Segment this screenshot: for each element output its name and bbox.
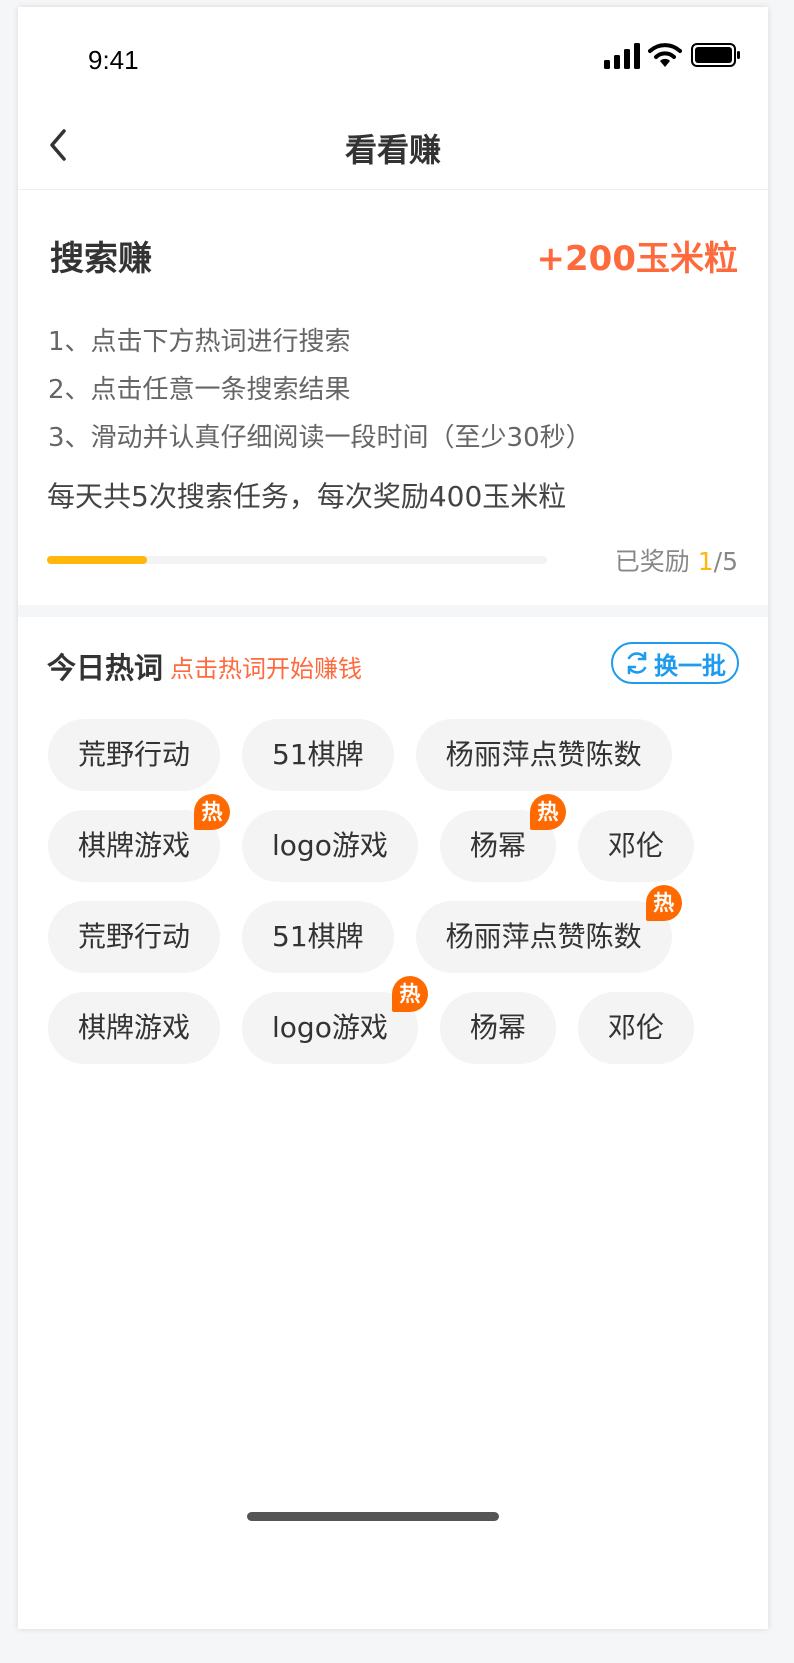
battery-icon (691, 43, 740, 67)
task-card: 搜索赚 +200玉米粒 1、点击下方热词进行搜索 2、点击任意一条搜索结果 3、… (18, 190, 768, 595)
hot-badge: 热 (645, 885, 682, 921)
hot-word-tag[interactable]: logo游戏热 (242, 976, 428, 1064)
refresh-button[interactable]: 换一批 (611, 642, 739, 684)
hot-badge: 热 (194, 794, 231, 830)
hot-word-tag[interactable]: 棋牌游戏热 (48, 794, 231, 882)
hot-words-row: 荒野行动 51棋牌 杨丽萍点赞陈数 (48, 719, 748, 791)
reward-done-count: 1 (697, 547, 714, 576)
hot-word-label: logo游戏 (272, 829, 388, 862)
hot-words-row: 棋牌游戏热 logo游戏 杨幂热邓伦 (48, 794, 748, 882)
daily-info: 每天共5次搜索任务，每次奖励400玉米粒 (47, 480, 567, 513)
refresh-icon (627, 651, 647, 675)
hot-word-label: 荒野行动 (78, 920, 191, 953)
hot-word-label: 51棋牌 (272, 738, 364, 771)
hot-word-tag[interactable]: 荒野行动 (48, 901, 221, 973)
hot-word-label: 荒野行动 (78, 738, 191, 771)
reward-status: 已奖励 1/5 (615, 542, 738, 578)
hot-words-title: 今日热词 (47, 651, 164, 685)
task-step: 1、点击下方热词进行搜索 (48, 327, 351, 357)
refresh-label: 换一批 (654, 651, 726, 680)
hot-word-label: 杨幂 (469, 1011, 526, 1044)
hot-badge: 热 (529, 794, 566, 830)
hot-word-tag[interactable]: 杨丽萍点赞陈数热 (415, 885, 682, 973)
hot-word-tag[interactable]: 荒野行动 (48, 719, 221, 791)
hot-word-tag[interactable]: logo游戏 (242, 810, 418, 882)
home-indicator (247, 1512, 499, 1521)
progress-bar (47, 556, 547, 564)
task-reward: +200玉米粒 (536, 239, 738, 279)
hot-words-row: 荒野行动 51棋牌 杨丽萍点赞陈数热 (48, 885, 748, 973)
hot-word-label: 邓伦 (607, 1011, 664, 1044)
hot-word-tag[interactable]: 杨幂热 (439, 794, 566, 882)
hot-badge: 热 (391, 976, 428, 1012)
hot-words-header: 今日热词 点击热词开始赚钱 换一批 (18, 619, 768, 699)
hot-word-label: logo游戏 (272, 1011, 388, 1044)
hot-word-tag[interactable]: 邓伦 (577, 992, 694, 1064)
hot-words-list: 荒野行动 51棋牌 杨丽萍点赞陈数 棋牌游戏热 logo游戏 杨幂热邓伦 荒野行动 51棋牌杨… (48, 719, 748, 1083)
reward-total: /5 (713, 547, 738, 576)
hot-word-label: 邓伦 (607, 829, 664, 862)
wifi-icon (648, 43, 682, 67)
section-divider (18, 605, 768, 617)
hot-word-label: 51棋牌 (272, 920, 364, 953)
progress-fill (47, 556, 147, 564)
hot-words-row: 棋牌游戏 logo游戏热杨幂 邓伦 (48, 976, 748, 1064)
status-bar: 9:41 (18, 7, 768, 107)
hot-word-label: 棋牌游戏 (78, 1011, 191, 1044)
hot-word-tag[interactable]: 杨丽萍点赞陈数 (415, 719, 672, 791)
page-title: 看看赚 (344, 131, 441, 169)
hot-word-tag[interactable]: 棋牌游戏 (48, 992, 221, 1064)
nav-bar: 看看赚 (18, 107, 768, 190)
task-title: 搜索赚 (50, 239, 152, 279)
task-step: 3、滑动并认真仔细阅读一段时间（至少30秒） (48, 423, 592, 453)
signal-icon (604, 43, 640, 69)
reward-status-label: 已奖励 (614, 547, 690, 576)
hot-word-tag[interactable]: 杨幂 (439, 992, 556, 1064)
hot-word-label: 棋牌游戏 (78, 829, 191, 862)
task-step: 2、点击任意一条搜索结果 (48, 375, 351, 405)
task-steps: 1、点击下方热词进行搜索 2、点击任意一条搜索结果 3、滑动并认真仔细阅读一段时… (48, 318, 592, 462)
hot-word-tag[interactable]: 51棋牌 (242, 719, 394, 791)
hot-word-label: 杨丽萍点赞陈数 (445, 738, 642, 771)
hot-word-label: 杨幂 (469, 829, 526, 862)
hot-word-tag[interactable]: 邓伦 (577, 810, 694, 882)
hot-word-label: 杨丽萍点赞陈数 (445, 920, 642, 953)
status-time: 9:41 (88, 45, 139, 75)
hot-word-tag[interactable]: 51棋牌 (242, 901, 394, 973)
phone-screen: 9:41 看看赚 搜索赚 +200玉米粒 1、点击下方热词进行搜索 2、点击任意 (18, 7, 768, 1629)
hot-words-hint: 点击热词开始赚钱 (170, 655, 362, 683)
